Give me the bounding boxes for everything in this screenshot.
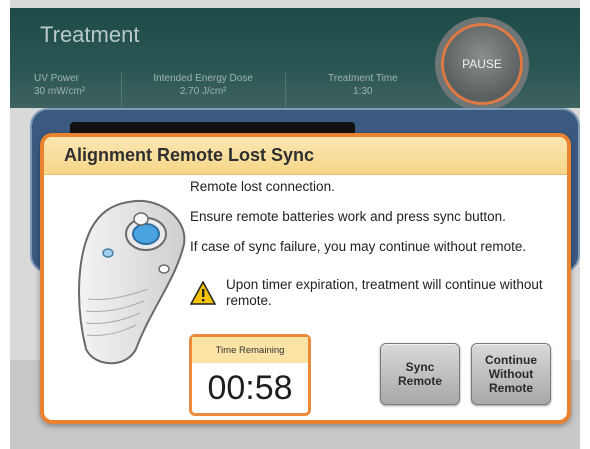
- param-uv-power: UV Power 30 mW/cm²: [10, 72, 122, 112]
- treatment-params: UV Power 30 mW/cm² Intended Energy Dose …: [10, 72, 440, 112]
- param-treatment-time: Treatment Time 1:30: [286, 72, 440, 112]
- message-line: Ensure remote batteries work and press s…: [190, 209, 506, 224]
- param-label: Intended Energy Dose: [153, 73, 253, 84]
- message-line: Remote lost connection.: [190, 179, 335, 194]
- warning-notice: Upon timer expiration, treatment will co…: [190, 277, 550, 309]
- param-value: 1:30: [353, 86, 373, 97]
- param-label: UV Power: [34, 73, 80, 84]
- param-label: Treatment Time: [328, 73, 398, 84]
- param-value: 30 mW/cm²: [34, 86, 86, 97]
- page-title: Treatment: [40, 22, 140, 47]
- sync-lost-dialog: Alignment Remote Lost Sync Remote lost c…: [40, 133, 571, 424]
- param-energy-dose: Intended Energy Dose 2.70 J/cm²: [122, 72, 286, 112]
- warning-text: Upon timer expiration, treatment will co…: [226, 277, 543, 308]
- message-line: If case of sync failure, you may continu…: [190, 239, 527, 254]
- dialog-title: Alignment Remote Lost Sync: [44, 137, 567, 175]
- timer-value: 00:58: [207, 369, 293, 407]
- continue-without-remote-button[interactable]: Continue Without Remote: [471, 343, 551, 405]
- pause-button[interactable]: PAUSE: [441, 23, 523, 105]
- param-value: 2.70 J/cm²: [179, 86, 227, 97]
- sync-remote-button[interactable]: Sync Remote: [380, 343, 460, 405]
- warning-icon: [190, 281, 216, 305]
- timer-label: Time Remaining: [192, 337, 308, 363]
- time-remaining-box: Time Remaining 00:58: [189, 334, 311, 416]
